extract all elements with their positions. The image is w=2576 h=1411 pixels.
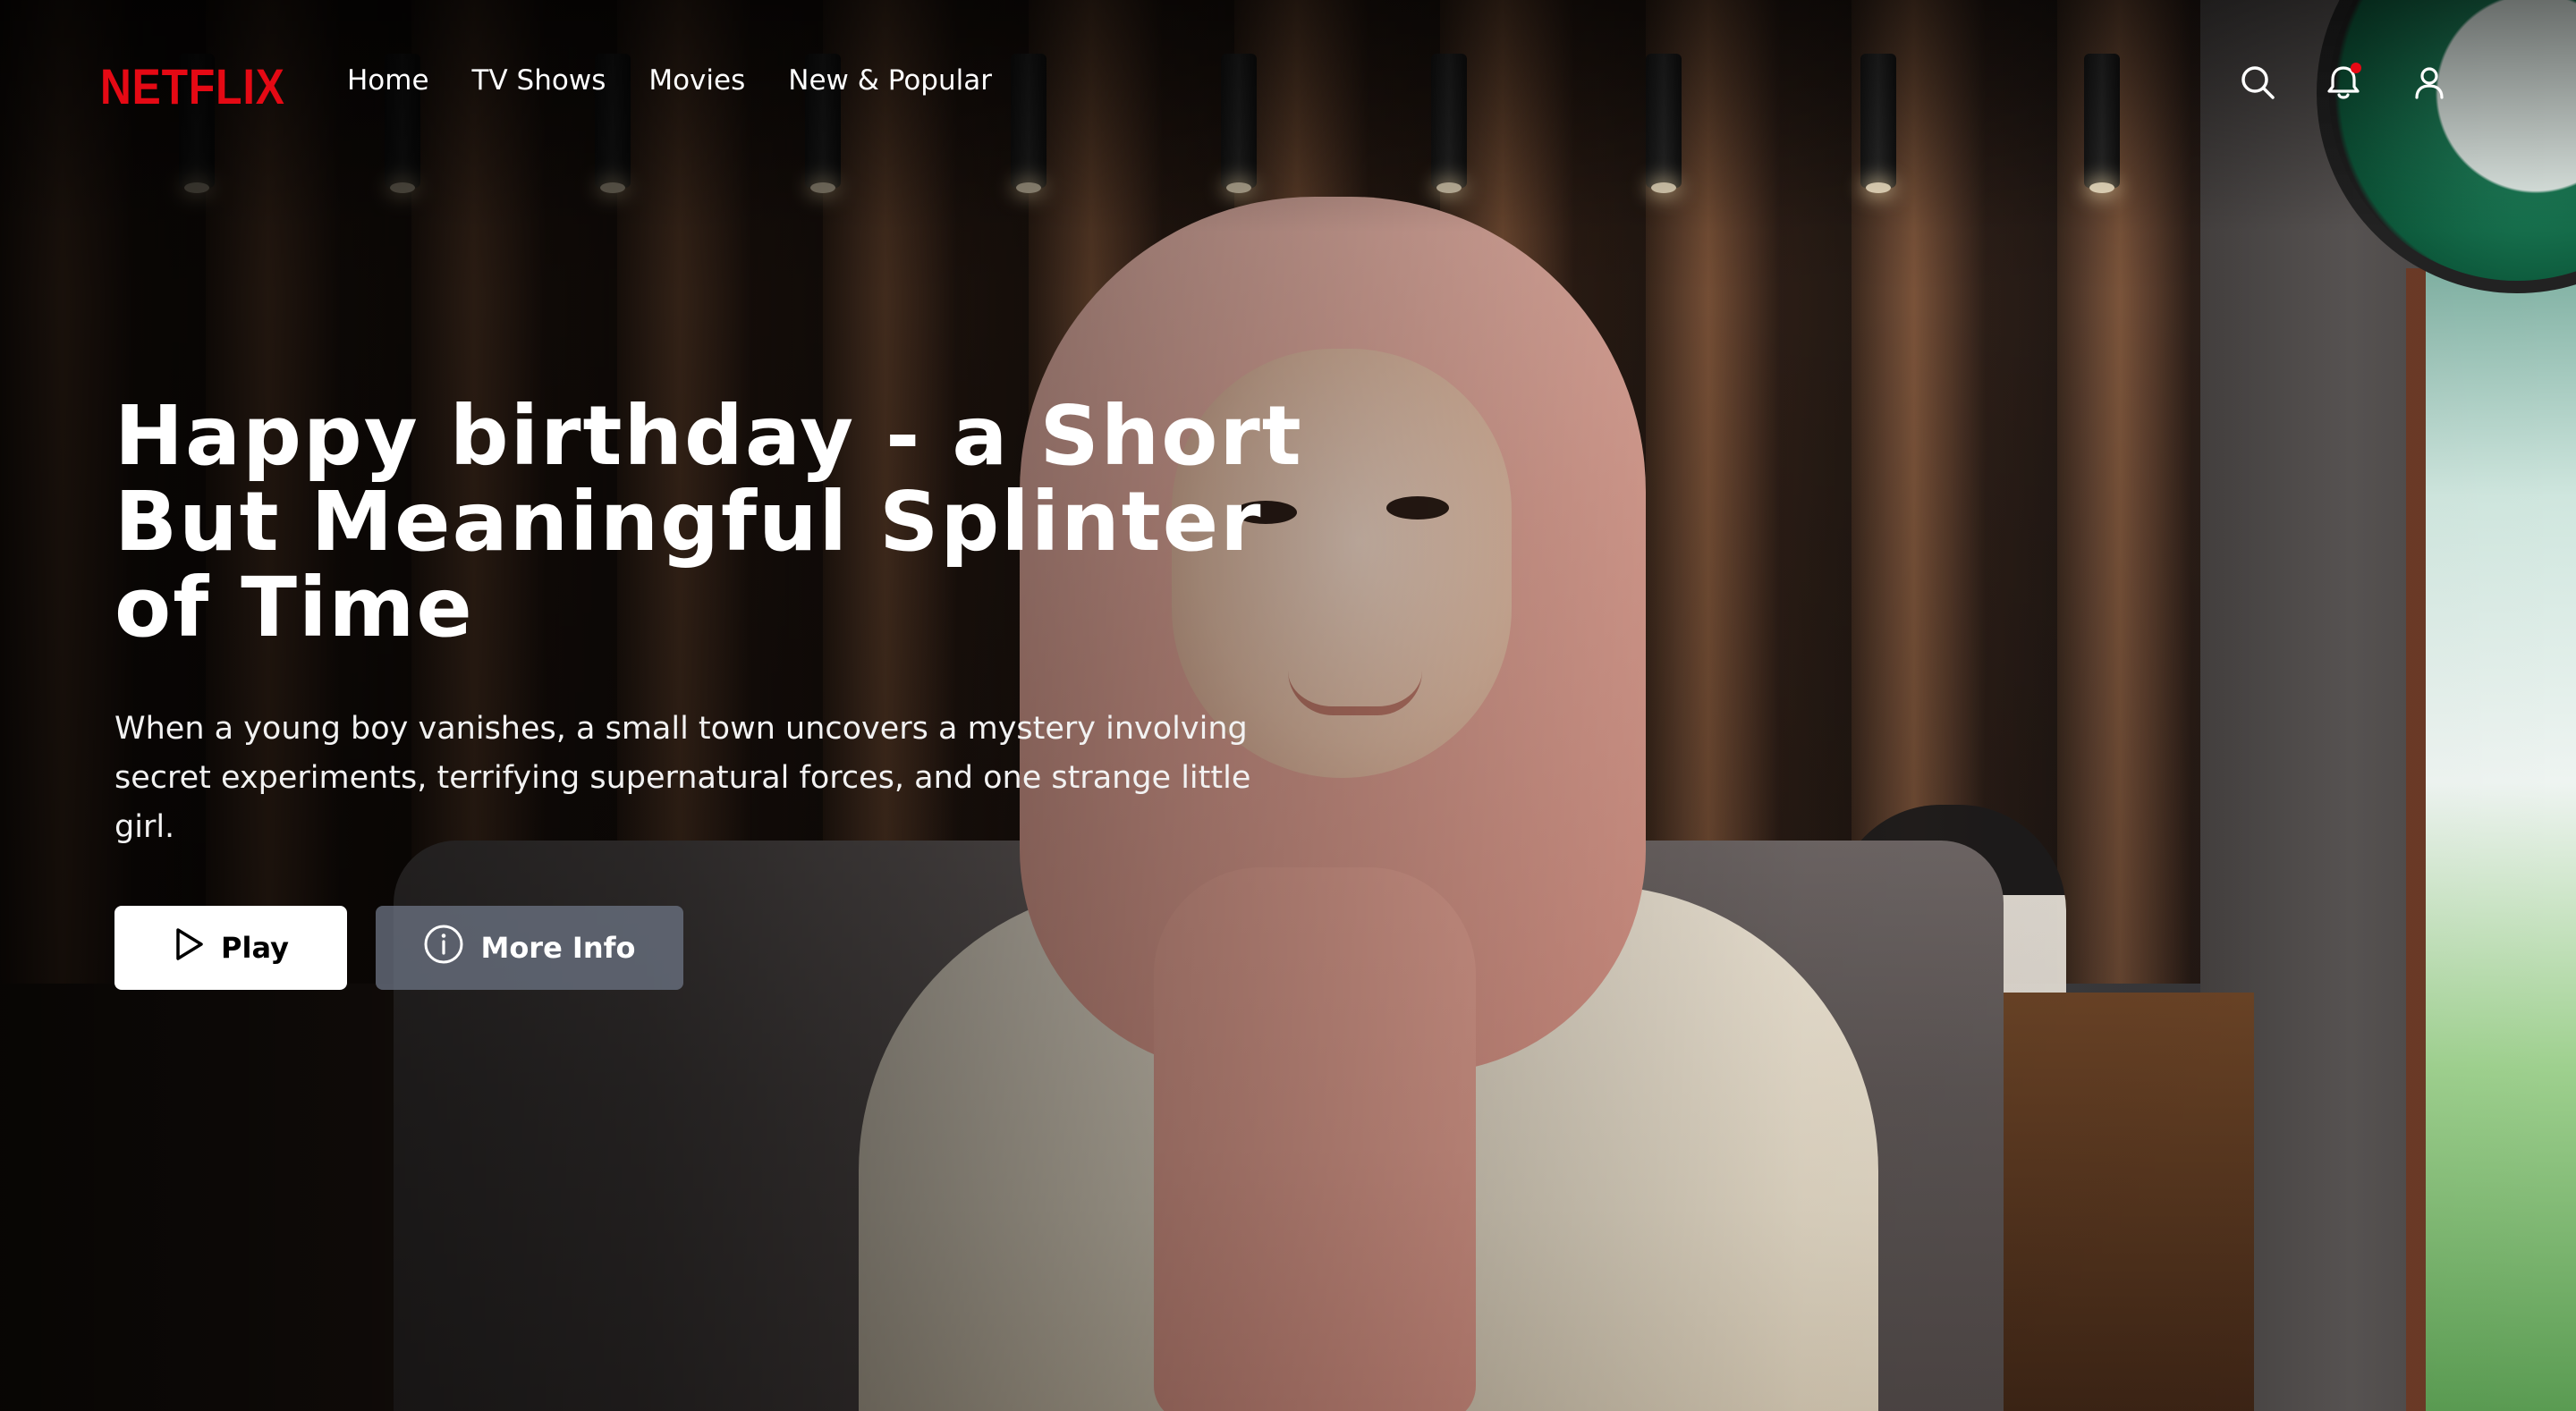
more-info-button-label: More Info (480, 931, 636, 965)
netflix-home-page: NETFLIX Home TV Shows Movies New & Popul… (0, 0, 2576, 1411)
hero-description: When a young boy vanishes, a small town … (114, 711, 1251, 845)
nav-icons (2238, 63, 2449, 102)
notification-dot (2351, 63, 2361, 73)
nav-link-tv-shows[interactable]: TV Shows (472, 64, 606, 97)
hero-content: Happy birthday - a Short But Meaningful … (114, 393, 1385, 990)
bell-icon[interactable] (2324, 63, 2363, 102)
search-icon[interactable] (2238, 63, 2277, 102)
hero-title: Happy birthday - a Short But Meaningful … (114, 388, 1303, 655)
nav-link-movies[interactable]: Movies (648, 64, 745, 97)
hero-buttons: Play More Info (114, 906, 1385, 990)
nav-links: Home TV Shows Movies New & Popular (347, 64, 992, 97)
nav-link-home[interactable]: Home (347, 64, 429, 97)
netflix-logo[interactable]: NETFLIX (100, 57, 285, 115)
top-navbar: NETFLIX Home TV Shows Movies New & Popul… (0, 0, 2576, 170)
play-icon (173, 926, 205, 969)
user-icon[interactable] (2410, 63, 2449, 102)
more-info-button[interactable]: More Info (376, 906, 683, 990)
nav-link-new-popular[interactable]: New & Popular (788, 64, 992, 97)
info-icon (423, 924, 464, 972)
play-button-label: Play (221, 931, 289, 965)
play-button[interactable]: Play (114, 906, 347, 990)
